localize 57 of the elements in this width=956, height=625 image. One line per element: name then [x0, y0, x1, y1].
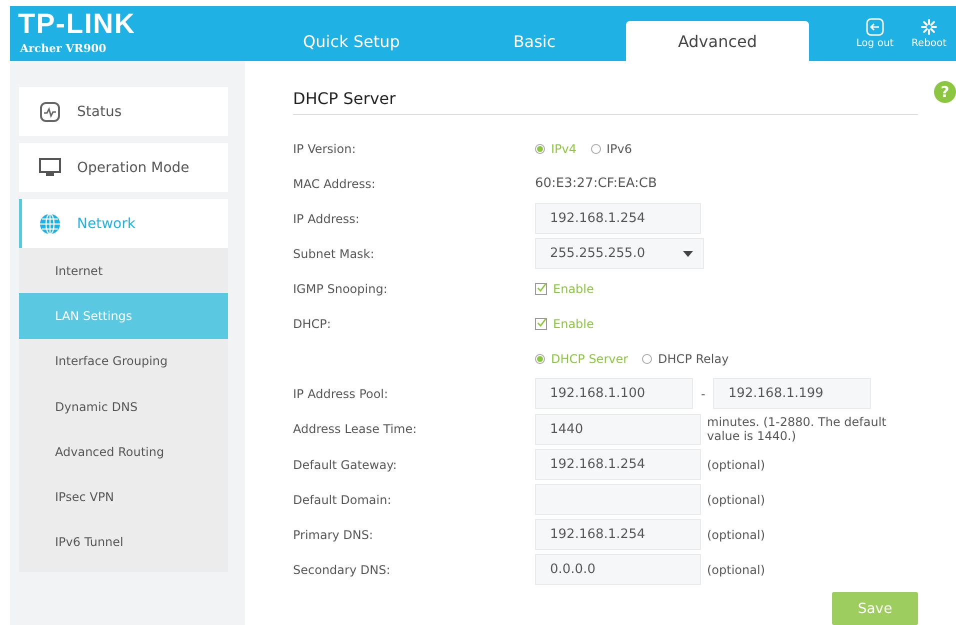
nav-tab[interactable]: Advanced: [626, 21, 809, 61]
caret-icon: [683, 250, 693, 256]
input-field[interactable]: 0.0.0.0: [535, 554, 701, 585]
field-label: IGMP Snooping:: [293, 282, 388, 296]
field-label: IP Address:: [293, 212, 360, 226]
field-note: (optional): [707, 458, 766, 472]
submenu-item[interactable]: Dynamic DNS: [19, 384, 228, 430]
checkbox-label: Enable: [553, 316, 594, 330]
input-field[interactable]: 192.168.1.199: [713, 378, 872, 409]
submenu-item[interactable]: Internet: [19, 248, 228, 294]
radio-button[interactable]: [535, 144, 545, 154]
field-label: IP Version:: [293, 142, 357, 156]
reboot-icon: [920, 18, 938, 36]
field-label: Address Lease Time:: [293, 422, 418, 436]
field-note: (optional): [707, 528, 766, 542]
field-label: MAC Address:: [293, 176, 376, 190]
radio-label: DHCP Server: [551, 352, 628, 366]
menu-item[interactable]: Status: [19, 87, 228, 136]
monitor-icon: [39, 158, 61, 178]
radio-label: IPv6: [606, 142, 632, 156]
radio-button[interactable]: [642, 354, 652, 364]
submenu-item[interactable]: Interface Grouping: [19, 338, 228, 384]
field-label: Default Domain:: [293, 492, 392, 506]
submenu-item[interactable]: Advanced Routing: [19, 429, 228, 474]
checkbox[interactable]: [535, 282, 547, 294]
field-label: IP Address Pool:: [293, 386, 390, 400]
field-label: DHCP:: [293, 316, 332, 330]
radio-button[interactable]: [590, 144, 601, 154]
input-field[interactable]: 1440: [535, 414, 701, 444]
status-icon: [39, 100, 61, 122]
field-label: Subnet Mask:: [293, 246, 376, 260]
input-field[interactable]: 192.168.1.254: [535, 203, 701, 234]
field-note: minutes. (1-2880. The default value is 1440.): [707, 415, 887, 443]
checkbox-label: Enable: [553, 282, 594, 296]
logout-icon: [866, 18, 884, 36]
menu-item[interactable]: Operation Mode: [19, 143, 228, 192]
input-field[interactable]: 192.168.1.254: [535, 519, 701, 550]
section-title: DHCP Server: [293, 89, 918, 115]
input-field[interactable]: 192.168.1.254: [535, 449, 701, 480]
field-label: Default Gateway:: [293, 458, 398, 472]
checkbox[interactable]: [535, 318, 547, 330]
globe-icon: [39, 212, 61, 234]
field-label: Secondary DNS:: [293, 562, 392, 576]
submenu-item[interactable]: IPsec VPN: [19, 474, 228, 520]
field-note: (optional): [707, 562, 766, 576]
radio-button[interactable]: [535, 354, 545, 364]
radio-label: DHCP Relay: [658, 352, 729, 366]
field-note: (optional): [707, 492, 766, 506]
range-separator: -: [701, 386, 706, 400]
subnet-mask-select[interactable]: 255.255.255.0: [535, 238, 704, 269]
model-name: Archer VR900: [20, 42, 108, 55]
radio-label: IPv4: [551, 142, 577, 156]
input-field[interactable]: 192.168.1.100: [535, 378, 693, 409]
logo: TP-LINK: [18, 10, 136, 38]
mac-address-value: 60:E3:27:CF:EA:CB: [535, 176, 657, 191]
field-label: Primary DNS:: [293, 528, 374, 542]
submenu-item[interactable]: IPv6 Tunnel: [19, 520, 228, 566]
